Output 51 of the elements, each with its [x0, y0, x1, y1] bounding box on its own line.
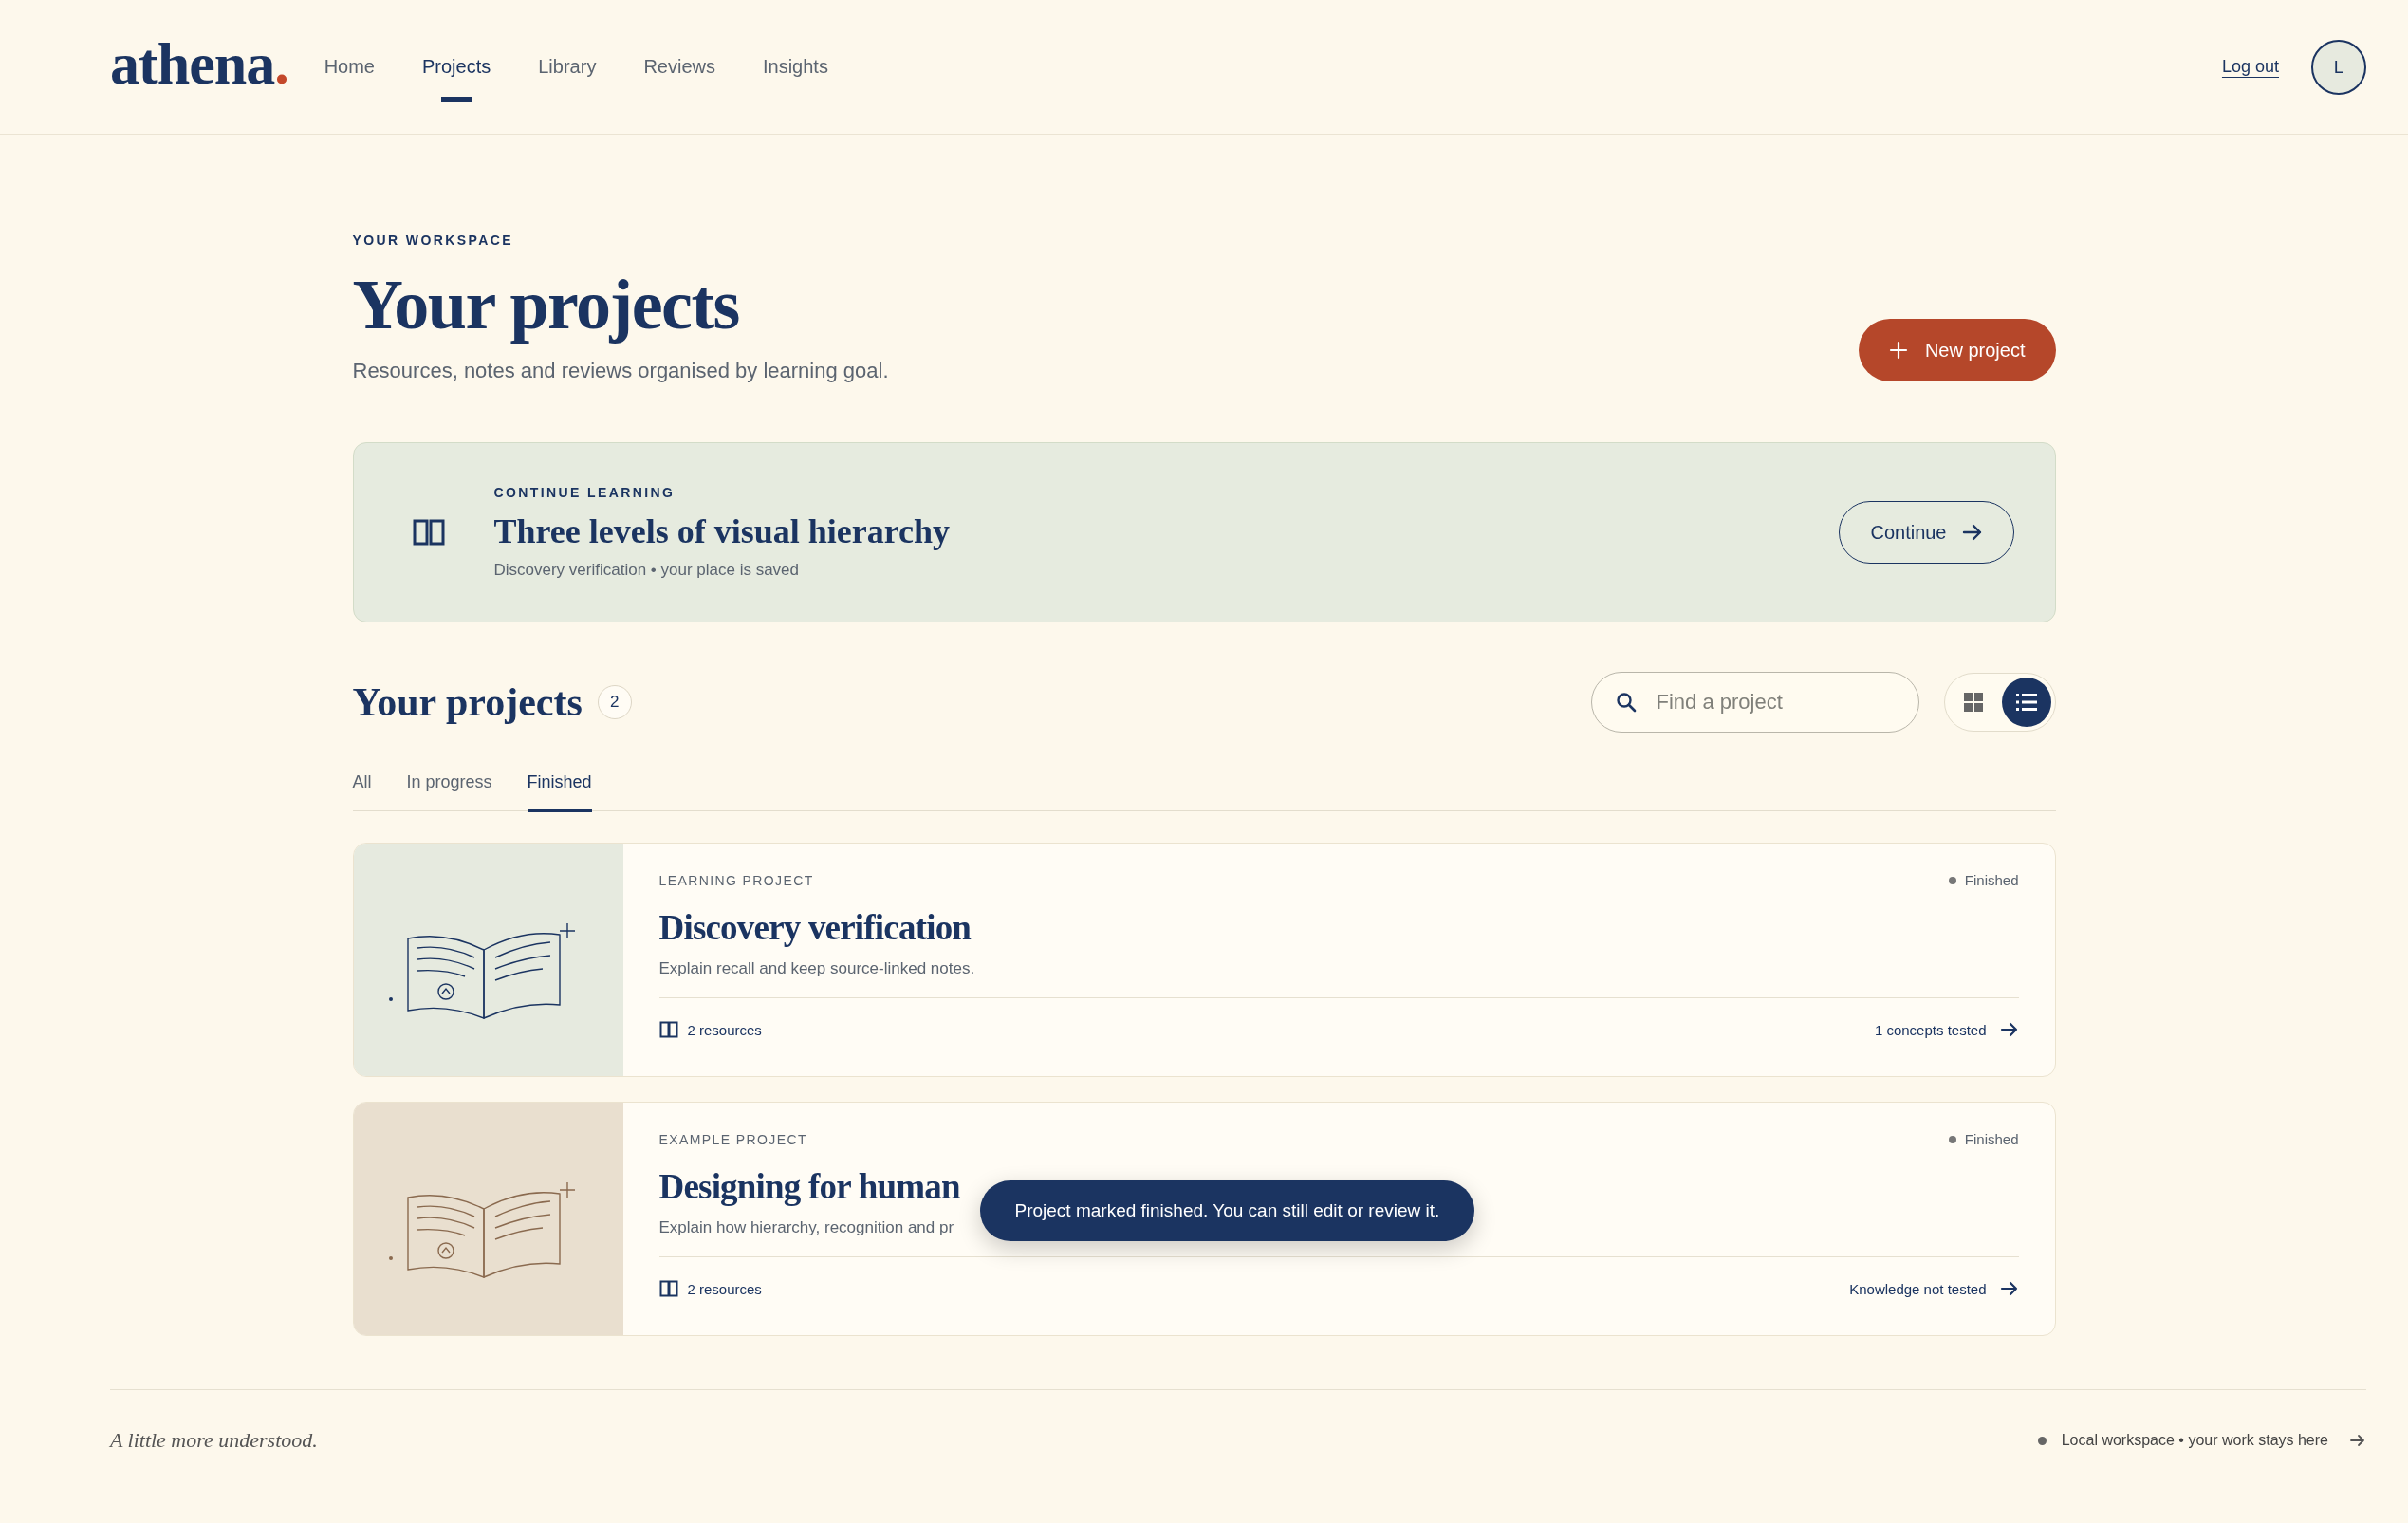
- nav-link[interactable]: Insights: [762, 32, 828, 102]
- footer-note: Local workspace • your work stays here: [2061, 1432, 2328, 1449]
- status-dot-icon: [1948, 1135, 1956, 1143]
- grid-icon: [1962, 692, 1984, 713]
- progress-link[interactable]: Knowledge not tested: [1849, 1280, 2019, 1297]
- arrow-right-icon: [1961, 524, 1983, 541]
- toast-message: Project marked finished. You can still edit or review it.: [979, 1180, 1475, 1241]
- filter-tab[interactable]: In progress: [406, 772, 492, 812]
- arrow-right-icon: [2349, 1434, 2366, 1447]
- continue-eyebrow: CONTINUE LEARNING: [493, 485, 676, 500]
- project-type: EXAMPLE PROJECT: [658, 1131, 807, 1147]
- project-title: Discovery verification: [658, 907, 972, 948]
- resource-count: 2 resources: [687, 1021, 762, 1038]
- footer-tagline: A little more understood.: [110, 1428, 318, 1453]
- nav-link[interactable]: Reviews: [643, 32, 715, 102]
- status-label: Finished: [1964, 1131, 2019, 1147]
- list-view-button[interactable]: [2001, 678, 2051, 727]
- arrow-right-icon: [1999, 1022, 2019, 1037]
- continue-title: Three levels of visual hierarchy: [493, 511, 952, 551]
- book-icon: [658, 1021, 678, 1038]
- page-subtitle: Resources, notes and reviews organised by learning goal.: [352, 359, 890, 383]
- arrow-right-icon: [1999, 1281, 2019, 1296]
- project-type: LEARNING PROJECT: [658, 872, 814, 888]
- nav-link[interactable]: Projects: [422, 32, 491, 102]
- book-icon: [658, 1280, 678, 1297]
- progress-link[interactable]: 1 concepts tested: [1874, 1021, 2019, 1038]
- nav-link[interactable]: Home: [324, 32, 375, 102]
- search-field[interactable]: Find a project: [1590, 672, 1919, 733]
- project-title: Designing for human: [658, 1166, 960, 1207]
- resource-count: 2 resources: [687, 1280, 762, 1297]
- filter-tab[interactable]: All: [352, 772, 372, 812]
- filter-tab[interactable]: Finished: [527, 772, 592, 812]
- logo[interactable]: athena.: [110, 30, 288, 103]
- section-title: Your projects: [352, 679, 583, 725]
- project-description: Explain recall and keep source-linked notes.: [658, 959, 2019, 998]
- plus-icon: [1888, 341, 1908, 360]
- continue-meta: Discovery verification • your place is saved: [493, 561, 801, 580]
- nav-link[interactable]: Library: [538, 32, 597, 102]
- list-icon: [2015, 693, 2037, 712]
- status-dot-icon: [2037, 1436, 2047, 1445]
- new-project-button[interactable]: New project: [1858, 319, 2056, 381]
- avatar[interactable]: L: [2311, 39, 2366, 95]
- status-dot-icon: [1948, 876, 1956, 884]
- count-badge: 2: [597, 685, 632, 719]
- project-card[interactable]: EXAMPLE PROJECT Finished Designing for human Explain how hierarchy, recognition and pr 2 resources Knowledge not tested Project marked finished. You can still edit or review it.: [352, 1102, 2056, 1336]
- logout-link[interactable]: Log out: [2221, 57, 2279, 77]
- book-icon: [412, 518, 445, 547]
- project-card[interactable]: LEARNING PROJECT Finished Discovery verification Explain recall and keep source-linked notes. 2 resources 1 concepts tested: [352, 843, 2056, 1077]
- page-title: Your projects: [352, 265, 740, 345]
- section-eyebrow: YOUR WORKSPACE: [352, 232, 514, 248]
- status-label: Finished: [1964, 872, 2019, 888]
